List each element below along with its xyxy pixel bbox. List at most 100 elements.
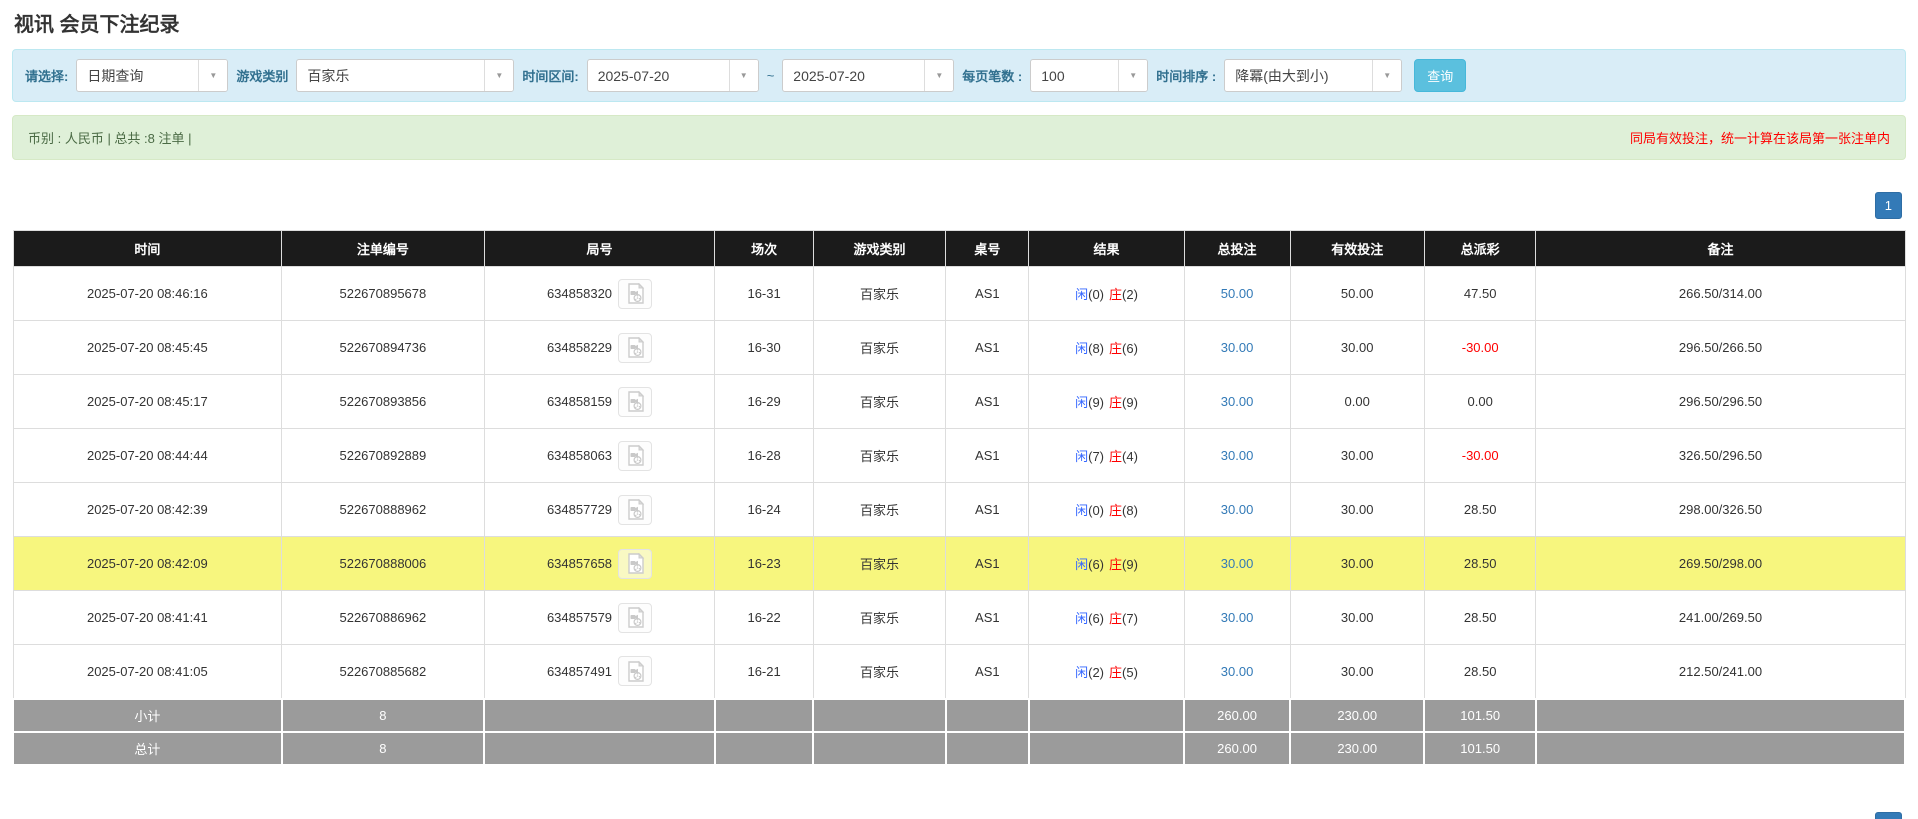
video-replay-button[interactable]	[618, 278, 653, 309]
cell-valid-bet: 30.00	[1289, 590, 1425, 645]
video-replay-button[interactable]	[618, 494, 653, 525]
page-number-button[interactable]: 1	[1874, 192, 1902, 219]
cell-total-bet: 30.00	[1183, 536, 1291, 591]
chevron-down-icon[interactable]: ▼	[484, 60, 514, 91]
result-banker-value: (7)	[1122, 611, 1138, 626]
total-bet-link[interactable]: 50.00	[1221, 286, 1254, 301]
cell-time: 2025-07-20 08:44:44	[12, 428, 283, 483]
page-size-dropdown[interactable]: 100 ▼	[1030, 59, 1149, 92]
result-player-label: 闲	[1075, 557, 1089, 572]
date-to-picker[interactable]: 2025-07-20 ▼	[782, 59, 955, 92]
total-bet-link[interactable]: 30.00	[1221, 664, 1254, 679]
total-bet-link[interactable]: 30.00	[1221, 610, 1254, 625]
round-wrap: 634857579	[486, 602, 714, 633]
footer-payout: 101.50	[1423, 730, 1537, 766]
cell-total-bet: 30.00	[1183, 644, 1291, 699]
cell-payout: 47.50	[1423, 266, 1537, 321]
result-banker-label: 庄	[1109, 449, 1123, 464]
footer-total-bet: 260.00	[1183, 697, 1292, 733]
table-row: 2025-07-20 08:44:44 522670892889 634858063…	[12, 428, 1906, 483]
valid-bet-notice: 同局有效投注，统一计算在该局第一张注单内	[1629, 131, 1890, 146]
video-replay-button[interactable]	[618, 656, 653, 687]
round-id-text: 634857658	[546, 556, 613, 571]
round-wrap: 634858063	[486, 440, 714, 471]
total-bet-link[interactable]: 30.00	[1221, 448, 1254, 463]
column-header-7: 总投注	[1183, 230, 1291, 267]
pagination-top: 1	[16, 192, 1902, 220]
total-bet-link[interactable]: 30.00	[1221, 340, 1254, 355]
cell-total-bet: 30.00	[1183, 482, 1291, 537]
page: 视讯 会员下注纪录 请选择: 日期查询 ▼ 游戏类别 百家乐 ▼ 时间区间: 2…	[0, 0, 1918, 819]
footer-empty	[713, 697, 815, 733]
footer-empty	[944, 730, 1030, 766]
cell-result: 闲(2) 庄(5)	[1028, 644, 1185, 699]
total-bet-link[interactable]: 30.00	[1221, 556, 1254, 571]
chevron-down-icon[interactable]: ▼	[728, 60, 758, 91]
total-bet-link[interactable]: 30.00	[1221, 502, 1254, 517]
cell-game-category: 百家乐	[812, 536, 947, 591]
footer-empty	[1027, 697, 1186, 733]
cell-table-number: AS1	[945, 266, 1030, 321]
footer-valid-bet: 230.00	[1289, 730, 1426, 766]
result-player-label: 闲	[1075, 341, 1089, 356]
video-replay-button[interactable]	[618, 440, 653, 471]
result-banker-label: 庄	[1109, 395, 1123, 410]
cell-remark: 269.50/298.00	[1535, 536, 1906, 591]
cell-game-category: 百家乐	[812, 266, 947, 321]
column-header-9: 总派彩	[1423, 230, 1537, 267]
cell-remark: 266.50/314.00	[1535, 266, 1906, 321]
cell-game-category: 百家乐	[812, 374, 947, 429]
video-replay-button[interactable]	[618, 386, 653, 417]
cell-remark: 296.50/266.50	[1535, 320, 1906, 375]
result-player-label: 闲	[1075, 503, 1089, 518]
result-player-value: (7)	[1088, 449, 1105, 464]
date-from-picker[interactable]: 2025-07-20 ▼	[586, 59, 759, 92]
result-banker-value: (8)	[1122, 503, 1138, 518]
table-row: 2025-07-20 08:45:45 522670894736 634858229…	[12, 320, 1906, 375]
total-bet-link[interactable]: 30.00	[1221, 394, 1254, 409]
video-replay-button[interactable]	[618, 548, 653, 579]
chevron-down-icon[interactable]: ▼	[198, 60, 228, 91]
chevron-down-icon[interactable]: ▼	[924, 60, 954, 91]
cell-round-id: 634858159	[483, 374, 716, 429]
subtotal-row: 小计 8 260.00 230.00 101.50	[12, 697, 1907, 733]
video-replay-icon	[627, 607, 644, 628]
chevron-down-icon[interactable]: ▼	[1118, 60, 1148, 91]
game-category-dropdown[interactable]: 百家乐 ▼	[296, 59, 515, 92]
query-type-value: 日期查询	[87, 67, 144, 84]
sort-order-value: 降冪(由大到小)	[1235, 67, 1329, 84]
table-row: 2025-07-20 08:46:16 522670895678 634858320…	[12, 266, 1906, 321]
round-wrap: 634858320	[486, 278, 714, 309]
sort-order-dropdown[interactable]: 降冪(由大到小) ▼	[1224, 59, 1403, 92]
sort-order-label: 时间排序 :	[1156, 69, 1217, 84]
column-header-1: 注单编号	[281, 230, 485, 267]
footer-count: 8	[280, 697, 486, 733]
cell-table-number: AS1	[945, 536, 1030, 591]
page-number-button[interactable]: 1	[1874, 812, 1902, 819]
table-row: 2025-07-20 08:41:41 522670886962 634857579…	[12, 590, 1906, 645]
column-header-5: 桌号	[945, 230, 1030, 267]
search-button[interactable]: 查询	[1414, 59, 1467, 92]
range-separator: ~	[766, 68, 775, 83]
result-banker-label: 庄	[1109, 664, 1123, 680]
video-replay-button[interactable]	[618, 602, 653, 633]
page-size-value: 100	[1041, 67, 1065, 84]
cell-table-number: AS1	[945, 644, 1030, 699]
cell-table-number: AS1	[945, 320, 1030, 375]
footer-empty	[1027, 730, 1186, 766]
cell-total-bet: 30.00	[1183, 374, 1291, 429]
chevron-down-icon[interactable]: ▼	[1372, 60, 1402, 91]
cell-time: 2025-07-20 08:42:09	[12, 536, 283, 591]
column-header-6: 结果	[1028, 230, 1185, 267]
cell-game-category: 百家乐	[812, 644, 947, 699]
footer-empty	[483, 730, 716, 766]
cell-bet-id: 522670892889	[281, 428, 485, 483]
footer-label: 总计	[12, 730, 283, 766]
cell-payout: -30.00	[1423, 320, 1537, 375]
query-type-dropdown[interactable]: 日期查询 ▼	[76, 59, 229, 92]
cell-session: 16-28	[714, 428, 814, 483]
result-player-label: 闲	[1075, 395, 1089, 410]
footer-total-bet: 260.00	[1183, 730, 1292, 766]
cell-valid-bet: 0.00	[1289, 374, 1425, 429]
video-replay-button[interactable]	[618, 332, 653, 363]
